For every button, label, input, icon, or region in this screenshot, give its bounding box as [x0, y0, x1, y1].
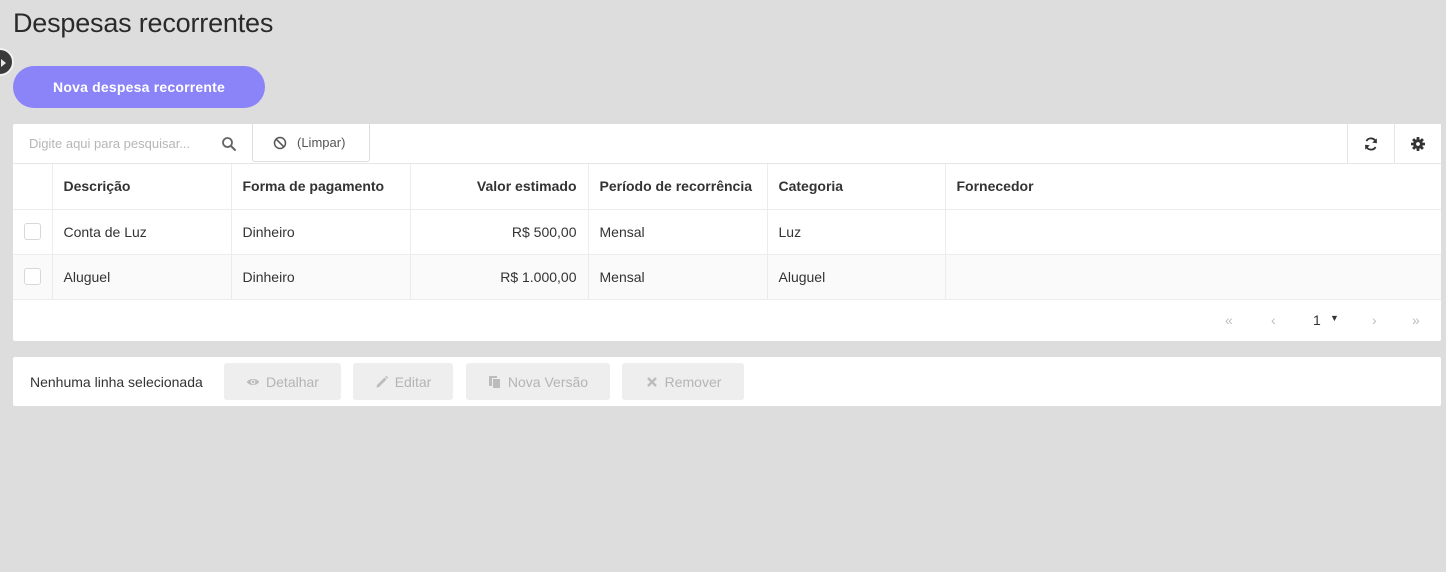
column-header-periodo[interactable]: Período de recorrência: [588, 164, 768, 210]
first-page-button[interactable]: «: [1225, 312, 1233, 328]
recurring-expenses-table: Descrição Forma de pagamento Valor estim…: [13, 164, 1441, 300]
last-page-button[interactable]: »: [1412, 312, 1420, 328]
new-version-button[interactable]: Nova Versão: [466, 363, 610, 400]
cell-fornecedor: [945, 254, 1441, 300]
row-select-cell: [13, 254, 53, 300]
sidebar-toggle-button[interactable]: [0, 48, 14, 76]
new-version-label: Nova Versão: [507, 373, 589, 390]
caret-down-icon[interactable]: ▼: [1330, 313, 1339, 323]
edit-label: Editar: [394, 373, 432, 390]
refresh-icon: [1365, 136, 1377, 151]
table-row[interactable]: Conta de Luz Dinheiro R$ 500,00 Mensal L…: [13, 209, 1441, 255]
column-header-categoria[interactable]: Categoria: [767, 164, 946, 210]
new-recurring-expense-button[interactable]: Nova despesa recorrente: [13, 66, 265, 108]
selection-status: Nenhuma linha selecionada: [30, 374, 203, 390]
cell-fornecedor: [945, 209, 1441, 255]
grid-settings-button[interactable]: [1394, 124, 1441, 163]
grid-toolbar: (Limpar): [13, 124, 1441, 164]
detail-button[interactable]: Detalhar: [224, 363, 341, 400]
table-header-row: Descrição Forma de pagamento Valor estim…: [13, 164, 1441, 210]
cell-descricao: Aluguel: [52, 254, 232, 300]
cell-descricao: Conta de Luz: [52, 209, 232, 255]
column-header-valor-estimado[interactable]: Valor estimado: [410, 164, 589, 210]
cell-valor-estimado: R$ 1.000,00: [410, 254, 589, 300]
previous-page-button[interactable]: ‹: [1271, 312, 1276, 328]
pencil-icon: [376, 375, 388, 387]
next-page-button[interactable]: ›: [1372, 312, 1377, 328]
pagination: « ‹ 1 ▼ › »: [13, 300, 1441, 340]
page-select[interactable]: 1: [1313, 312, 1321, 328]
page-title: Despesas recorrentes: [13, 8, 274, 38]
row-actions-bar: Nenhuma linha selecionada Detalhar Edita…: [13, 357, 1441, 406]
select-column-header: [13, 164, 53, 210]
row-select-cell: [13, 209, 53, 255]
search-icon[interactable]: [221, 136, 237, 152]
column-header-forma-pagamento[interactable]: Forma de pagamento: [231, 164, 411, 210]
row-checkbox[interactable]: [23, 268, 41, 286]
detail-label: Detalhar: [266, 373, 319, 390]
ban-icon: [273, 136, 287, 149]
cell-periodo: Mensal: [588, 209, 768, 255]
remove-label: Remover: [664, 373, 722, 390]
cell-periodo: Mensal: [588, 254, 768, 300]
cell-categoria: Aluguel: [767, 254, 946, 300]
cell-categoria: Luz: [767, 209, 946, 255]
row-checkbox[interactable]: [23, 223, 41, 241]
cell-forma-pagamento: Dinheiro: [231, 209, 411, 255]
column-header-descricao[interactable]: Descrição: [52, 164, 232, 210]
clear-search-button[interactable]: (Limpar): [252, 124, 370, 162]
copy-icon: [488, 375, 501, 389]
eye-icon: [246, 378, 260, 385]
clear-search-label: (Limpar): [297, 135, 346, 150]
table-row[interactable]: Aluguel Dinheiro R$ 1.000,00 Mensal Alug…: [13, 254, 1441, 300]
data-grid-panel: (Limpar): [13, 124, 1441, 341]
remove-button[interactable]: Remover: [622, 363, 744, 400]
column-header-fornecedor[interactable]: Fornecedor: [945, 164, 1441, 210]
edit-button[interactable]: Editar: [353, 363, 453, 400]
refresh-button[interactable]: [1347, 124, 1394, 163]
cell-forma-pagamento: Dinheiro: [231, 254, 411, 300]
close-icon: [646, 376, 657, 387]
search-input[interactable]: [13, 124, 250, 163]
gear-icon: [1411, 136, 1425, 151]
cell-valor-estimado: R$ 500,00: [410, 209, 589, 255]
